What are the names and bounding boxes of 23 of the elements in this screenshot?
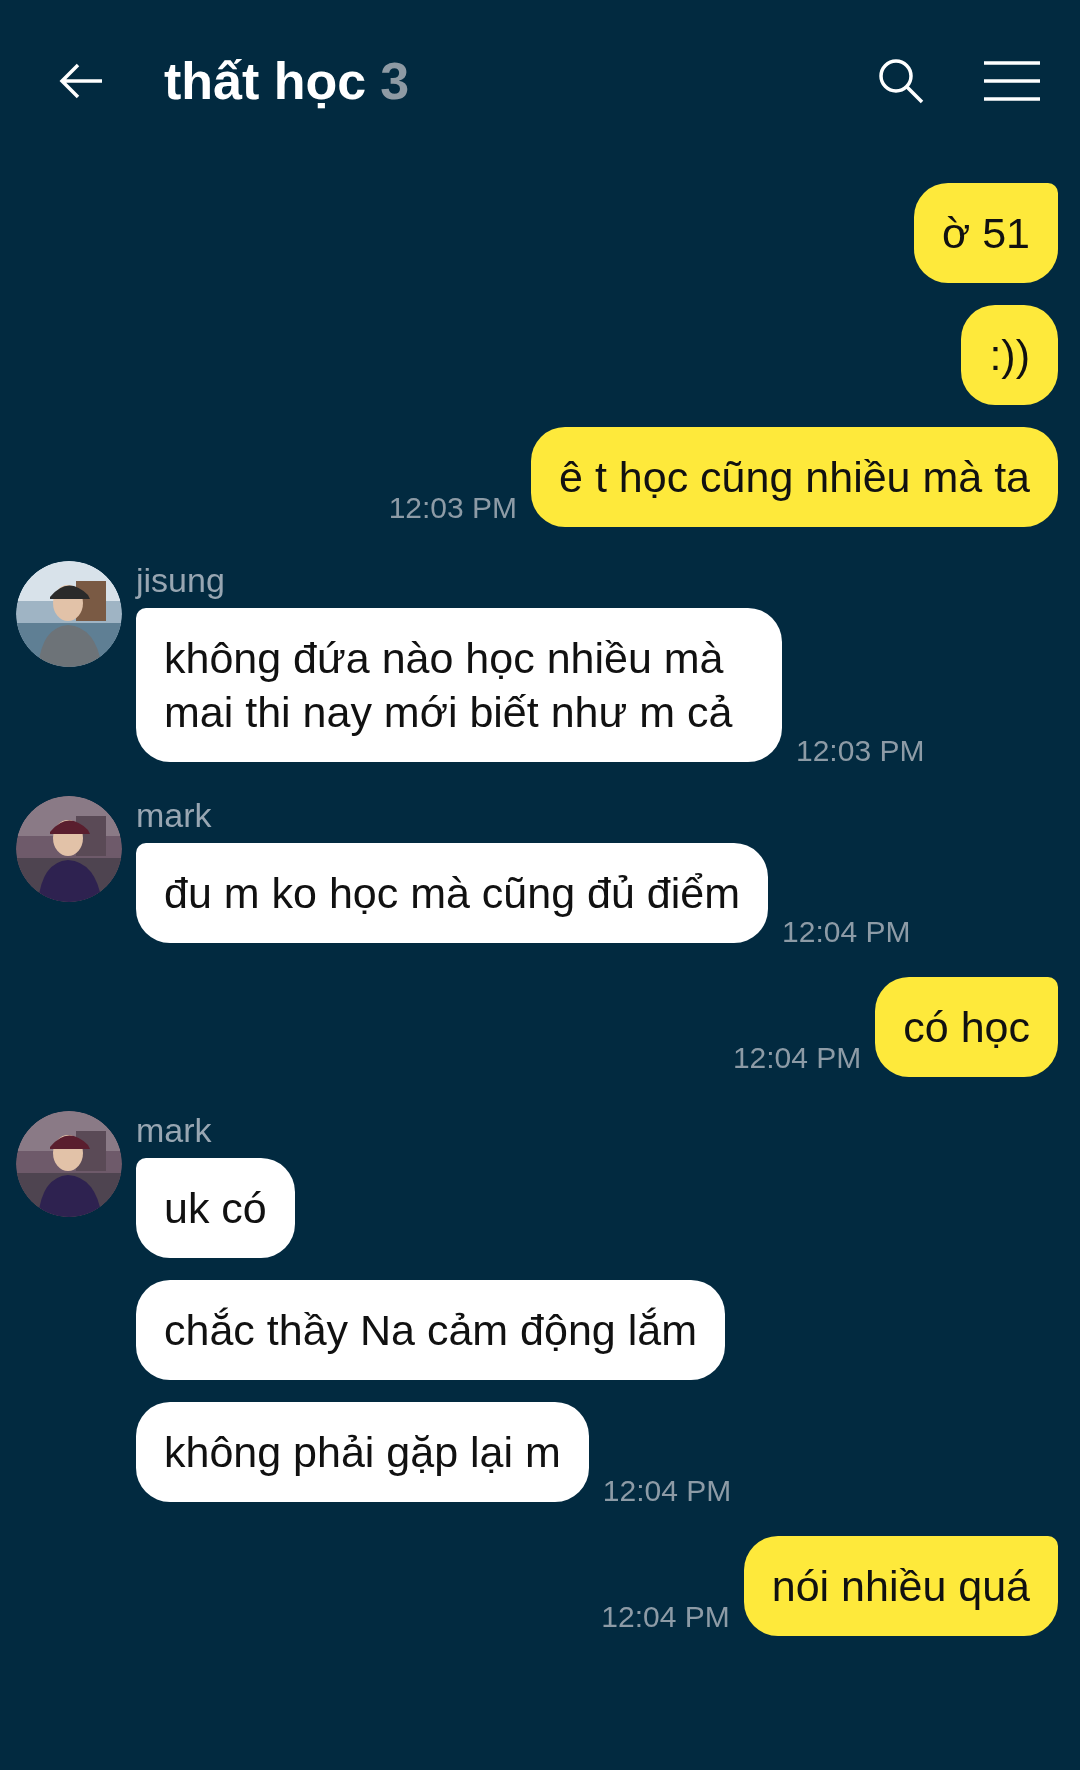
timestamp: 12:04 PM [602,1474,732,1508]
message-bubble: không đứa nào học nhiều mà mai thi nay mới biết như m cả [136,608,782,762]
sender-name: jisung [136,561,226,600]
message-bubble: :)) [961,305,1058,405]
message-bubble: nói nhiều quá [743,1536,1058,1636]
message-bubble: ờ 51 [914,183,1058,283]
message-bubble: có học [875,977,1058,1077]
message-bubble: ê t học cũng nhiều mà ta [531,427,1058,527]
message-bubble: chắc thầy Na cảm động lắm [136,1280,725,1380]
member-count: 3 [380,51,410,111]
chat-title: thất học [164,51,367,111]
timestamp: 12:03 PM [796,734,925,768]
search-icon[interactable] [876,56,926,106]
sender-name: mark [136,796,213,835]
timestamp: 12:04 PM [732,1041,862,1075]
message-bubble: uk có [136,1158,295,1258]
timestamp: 12:03 PM [388,491,518,525]
message-bubble: đu m ko học mà cũng đủ điểm [136,843,769,943]
menu-icon[interactable] [984,60,1040,102]
sender-name: mark [136,1111,213,1150]
message-bubble: không phải gặp lại m [136,1402,589,1502]
timestamp: 12:04 PM [601,1600,730,1634]
timestamp: 12:04 PM [782,915,911,949]
